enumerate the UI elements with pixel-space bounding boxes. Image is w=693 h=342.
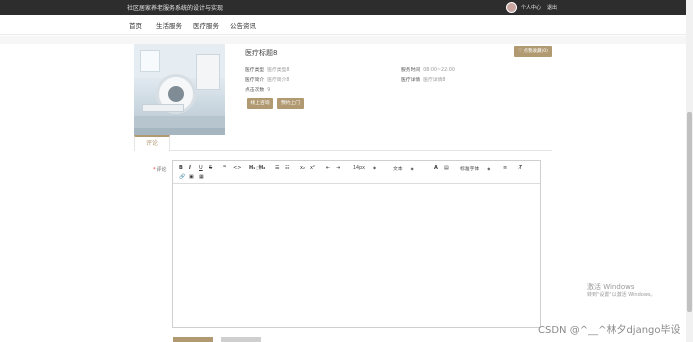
tab-comments[interactable]: 评论 [134, 135, 170, 151]
content-divider [0, 36, 686, 44]
user-center-link[interactable]: 个人中心 [521, 4, 541, 11]
watermark-line-2: 转到"设置"以激活 Windows。 [587, 292, 656, 298]
field-label: 服务时间 [401, 68, 421, 73]
indent-button[interactable]: ⇥ [336, 165, 340, 172]
site-title: 社区居家养老服务系统的设计与实现 [127, 5, 224, 12]
font-size-select[interactable]: 14px ◆ [353, 165, 376, 171]
outdent-button[interactable]: ⇤ [326, 165, 330, 172]
superscript-button[interactable]: x² [310, 165, 315, 172]
quote-button[interactable]: ❞ [223, 165, 226, 172]
rich-text-editor: B I U S ❞ <> H₁ H₂ ☰ ☷ x₂ x² ⇤ ⇥ 14px ◆ 文… [172, 160, 541, 328]
link-icon[interactable]: 🔗 [179, 174, 185, 181]
avatar[interactable] [506, 2, 517, 13]
tab-bar-line [134, 150, 552, 151]
nav-item-medical-service[interactable]: 医疗服务 [193, 20, 219, 30]
nav-item-announcements[interactable]: 公告资讯 [230, 20, 256, 30]
submit-button[interactable] [173, 337, 213, 342]
align-button[interactable]: ≡ [503, 165, 507, 172]
scrollbar-thumb[interactable] [687, 112, 692, 312]
product-image [134, 44, 225, 135]
font-family-select[interactable]: 标准字体 ◆ [460, 165, 490, 172]
mouse-pointer-icon: ☝ [256, 163, 261, 172]
field-value: 08:00~22:00 [423, 68, 455, 73]
italic-button[interactable]: I [189, 165, 191, 172]
logout-link[interactable]: 退出 [547, 4, 557, 11]
clear-format-button[interactable]: T̸ [519, 165, 522, 172]
favorite-label: 点我收藏(0) [523, 49, 548, 54]
field-label: 点击次数 [245, 88, 265, 93]
comment-field-label: *评论 [153, 166, 167, 173]
top-bar: 社区居家养老服务系统的设计与实现 个人中心 退出 [0, 0, 686, 15]
favorite-icon: ♡ [518, 48, 523, 54]
subscript-button[interactable]: x₂ [300, 165, 305, 172]
photo-bed [142, 104, 184, 112]
field-label: 医疗类型 [245, 68, 265, 73]
csdn-watermark: CSDN @^__^林夕django毕设 [538, 325, 681, 336]
field-value: 医疗详情8 [423, 78, 446, 83]
photo-window [140, 50, 160, 72]
nav-item-home[interactable]: 首页 [129, 20, 142, 30]
watermark-line-1: 激活 Windows [587, 283, 635, 291]
ordered-list-button[interactable]: ☰ [275, 165, 279, 172]
windows-activation-watermark: 激活 Windows 转到"设置"以激活 Windows。 [587, 283, 656, 299]
online-consult-button[interactable]: 线上咨询 [247, 98, 273, 109]
chevron-down-icon: ◆ [410, 166, 414, 171]
bullet-list-button[interactable]: ☷ [285, 165, 289, 172]
background-color-button[interactable]: ▤ [444, 165, 449, 172]
required-mark: * [153, 167, 156, 173]
main-nav: 首页 生活服务 医疗服务 公告资讯 [0, 15, 686, 35]
image-icon[interactable]: ▣ [189, 174, 194, 181]
bold-button[interactable]: B [179, 165, 183, 172]
nav-item-life-service[interactable]: 生活服务 [156, 20, 182, 30]
field-value: 9 [267, 88, 271, 93]
code-button[interactable]: <> [233, 165, 241, 172]
book-visit-button[interactable]: 预约上门 [277, 98, 304, 109]
editor-toolbar: B I U S ❞ <> H₁ H₂ ☰ ☷ x₂ x² ⇤ ⇥ 14px ◆ 文… [173, 161, 540, 184]
reset-button[interactable] [221, 337, 261, 342]
chevron-down-icon: ◆ [487, 166, 491, 171]
field-medical-intro: 医疗简介 医疗简介8 [245, 76, 289, 83]
field-click-count: 点击次数 9 [245, 86, 270, 93]
comment-label-text: 评论 [156, 167, 167, 173]
field-label: 医疗简介 [245, 78, 265, 83]
strike-button[interactable]: S [209, 165, 212, 172]
product-title: 医疗标题8 [245, 49, 278, 57]
underline-button[interactable]: U [199, 165, 203, 172]
video-icon[interactable]: ▦ [199, 174, 204, 181]
field-value: 医疗类型8 [267, 68, 290, 73]
page: 社区居家养老服务系统的设计与实现 个人中心 退出 首页 生活服务 医疗服务 公告… [0, 0, 693, 342]
font-size-value: 14px [353, 166, 365, 171]
favorite-button[interactable]: ♡点我收藏(0) [514, 46, 552, 57]
heading-1-button[interactable]: H₁ [249, 165, 255, 172]
text-type-value: 文本 [393, 167, 403, 172]
field-value: 医疗简介8 [267, 78, 290, 83]
field-label: 医疗详情 [401, 78, 421, 83]
editor-content-area[interactable] [173, 185, 540, 327]
photo-floor-stripe [134, 128, 225, 135]
photo-scanner-bore [168, 86, 184, 102]
field-medical-type: 医疗类型 医疗类型8 [245, 66, 289, 73]
font-family-value: 标准字体 [460, 167, 480, 172]
text-type-select[interactable]: 文本 ◆ [393, 165, 414, 172]
font-color-button[interactable]: A [434, 165, 438, 172]
field-medical-detail: 医疗详情 医疗详情8 [401, 76, 445, 83]
field-service-time: 服务时间 08:00~22:00 [401, 66, 455, 73]
photo-cabinet [196, 54, 220, 90]
chevron-down-icon: ◆ [373, 165, 377, 170]
